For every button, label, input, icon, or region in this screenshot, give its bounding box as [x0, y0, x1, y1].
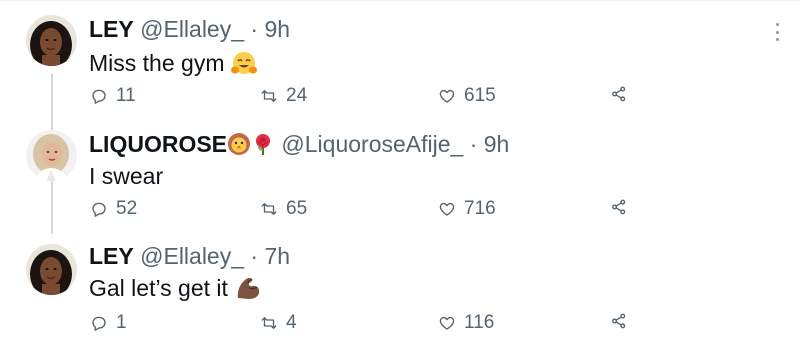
avatar[interactable]: [26, 15, 77, 66]
tweet[interactable]: LEY @Ellaley_ · 7h Gal let’s get it 1 4 …: [0, 230, 800, 347]
tweet[interactable]: LEY @Ellaley_ · 9h Miss the gym 11 24 61…: [0, 0, 800, 118]
display-name[interactable]: LIQUOROSE: [89, 131, 227, 157]
tweet-text-container: I swear: [89, 162, 163, 190]
reply-icon: [92, 202, 106, 217]
tweet-actions: 11 24 615: [90, 85, 650, 107]
tweet-header: LEY @Ellaley_ · 7h: [89, 242, 290, 270]
retweet-button[interactable]: 4: [260, 312, 297, 334]
share-icon: [612, 86, 626, 102]
tweet-actions: 1 4 116: [90, 312, 650, 334]
share-button[interactable]: [610, 85, 628, 103]
reply-count: 52: [116, 198, 138, 219]
like-button[interactable]: 615: [438, 85, 496, 107]
tweet-text-container: Miss the gym: [89, 49, 257, 81]
retweet-count: 24: [286, 85, 308, 106]
smiling-hugging-face-icon: [230, 51, 257, 81]
separator-dot: ·: [469, 131, 478, 157]
user-handle[interactable]: @LiquoroseAfije_: [281, 131, 463, 157]
retweet-button[interactable]: 24: [260, 85, 307, 107]
reply-button[interactable]: 52: [90, 198, 137, 220]
like-count: 615: [464, 85, 496, 106]
tweet[interactable]: LIQUOROSE @LiquoroseAfije_ · 9h I swear …: [0, 118, 800, 230]
like-count: 116: [464, 312, 495, 333]
heart-icon: [439, 316, 455, 330]
retweet-icon: [261, 90, 277, 102]
retweet-icon: [261, 317, 277, 329]
reply-icon: [92, 89, 106, 104]
rose-icon: [251, 132, 275, 162]
tweet-text: Miss the gym: [89, 50, 225, 76]
timestamp[interactable]: 9h: [264, 16, 290, 42]
timestamp[interactable]: 7h: [264, 243, 290, 269]
timestamp[interactable]: 9h: [484, 131, 510, 157]
reply-button[interactable]: 11: [90, 85, 136, 107]
share-icon: [612, 199, 626, 215]
tweet-text-container: Gal let’s get it: [89, 274, 262, 306]
reply-icon: [92, 316, 106, 331]
flexed-biceps-icon: [234, 274, 262, 306]
share-button[interactable]: [610, 312, 628, 330]
tweet-thread: LEY @Ellaley_ · 9h Miss the gym 11 24 61…: [0, 0, 800, 347]
reply-count: 1: [116, 312, 127, 333]
more-options-icon[interactable]: [774, 23, 780, 41]
avatar[interactable]: [26, 130, 77, 181]
heart-icon: [439, 89, 455, 103]
user-handle[interactable]: @Ellaley_: [140, 243, 244, 269]
like-count: 716: [464, 198, 496, 219]
retweet-count: 4: [286, 312, 297, 333]
display-name[interactable]: LEY: [89, 243, 134, 269]
display-name[interactable]: LEY: [89, 16, 134, 42]
reply-button[interactable]: 1: [90, 312, 127, 334]
tweet-header: LIQUOROSE @LiquoroseAfije_ · 9h: [89, 130, 509, 162]
like-button[interactable]: 116: [438, 312, 494, 334]
avatar[interactable]: [26, 244, 77, 295]
reply-count: 11: [116, 85, 136, 106]
like-button[interactable]: 716: [438, 198, 496, 220]
retweet-button[interactable]: 65: [260, 198, 307, 220]
separator-dot: ·: [250, 243, 259, 269]
retweet-icon: [261, 203, 277, 215]
share-icon: [612, 313, 626, 329]
tweet-text: Gal let’s get it: [89, 275, 228, 301]
tweet-actions: 52 65 716: [90, 198, 650, 220]
retweet-count: 65: [286, 198, 308, 219]
separator-dot: ·: [250, 16, 259, 42]
share-button[interactable]: [610, 198, 628, 216]
user-handle[interactable]: @Ellaley_: [140, 16, 244, 42]
heart-icon: [439, 202, 455, 216]
tweet-text: I swear: [89, 163, 164, 189]
tweet-header: LEY @Ellaley_ · 9h: [89, 15, 290, 43]
lion-face-icon: [227, 132, 251, 162]
